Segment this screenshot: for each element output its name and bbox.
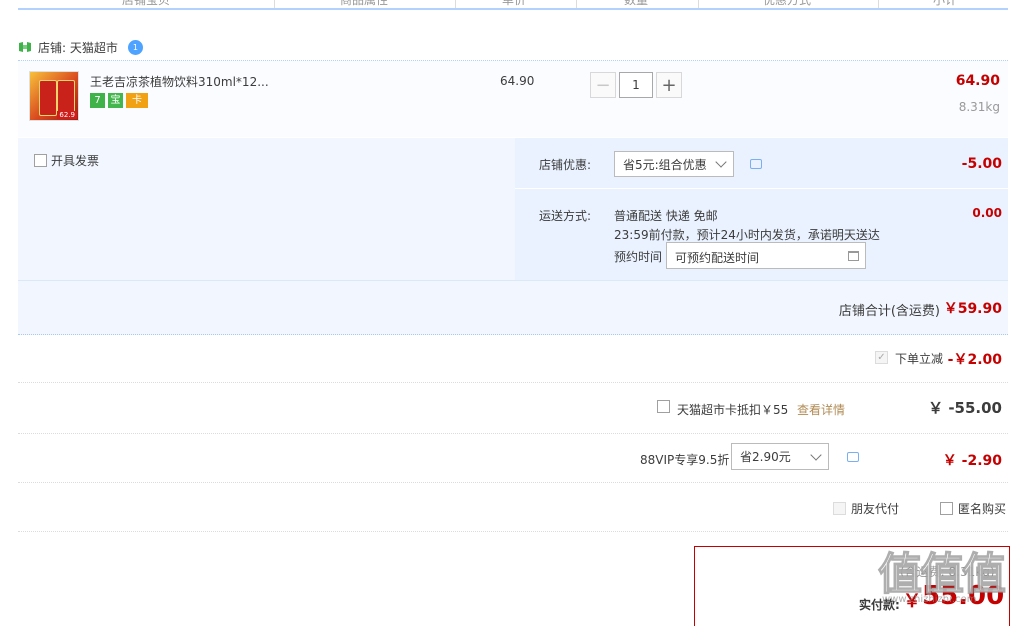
- col-shop-item: 店铺宝贝: [122, 0, 171, 7]
- product-thumbnail[interactable]: 62.9: [29, 71, 79, 121]
- schedule-label: 预约时间: [614, 250, 663, 264]
- anonymous-checkbox[interactable]: [940, 502, 953, 515]
- schedule-time-input[interactable]: 可预约配送时间: [666, 242, 866, 269]
- thumbnail-price-tag: 62.9: [57, 111, 77, 119]
- watermark-domain: www.zhizhizhi.com: [882, 594, 977, 605]
- shipping-method: 普通配送 快递 免邮: [614, 209, 718, 223]
- quantity-stepper: − 1 +: [590, 72, 682, 98]
- vip-discount-value: 省2.90元: [740, 450, 791, 464]
- friend-pay-checkbox[interactable]: [833, 502, 846, 515]
- chat-bubble-icon[interactable]: [847, 452, 859, 462]
- shop-discount-label: 店铺优惠:: [539, 158, 592, 172]
- item-subtotal: 64.90: [955, 73, 1000, 89]
- vip-discount-row: 88VIP专享9.5折 省2.90元 ￥ -2.90: [18, 434, 1008, 483]
- shipping-label: 运送方式:: [539, 209, 592, 223]
- anonymous-label: 匿名购买: [958, 502, 1007, 516]
- service-tags: 7 宝 卡: [90, 93, 148, 108]
- watermark-logo: 值值值 www.zhizhizhi.com: [877, 538, 1028, 618]
- quantity-input[interactable]: 1: [619, 72, 653, 98]
- tmall-card-checkbox[interactable]: [657, 400, 670, 413]
- order-item-row: 62.9 王老吉凉茶植物饮料310ml*12... 7 宝 卡 64.90 − …: [18, 60, 1008, 137]
- tmall-shop-icon: [19, 42, 31, 52]
- chat-bubble-icon[interactable]: [750, 159, 762, 169]
- instant-discount-amount: -￥2.00: [947, 352, 1002, 368]
- invoice-label: 开具发票: [51, 154, 100, 168]
- shop-total-row: 店铺合计(含运费) ￥59.90: [18, 280, 1008, 334]
- shop-discount-amount: -5.00: [961, 156, 1002, 172]
- col-quantity: 数量: [624, 0, 649, 7]
- credit-card-icon[interactable]: 卡: [126, 93, 148, 108]
- invoice-checkbox[interactable]: [34, 154, 47, 167]
- tmall-card-label: 天猫超市卡抵扣￥55: [677, 403, 789, 417]
- seven-day-return-icon[interactable]: 7: [90, 93, 105, 108]
- unit-price: 64.90: [500, 74, 535, 88]
- shop-name[interactable]: 店铺: 天猫超市: [38, 39, 118, 56]
- anonymous-option[interactable]: 匿名购买: [940, 500, 1006, 517]
- shop-row: 店铺: 天猫超市 1: [18, 36, 143, 58]
- col-attributes: 商品属性: [340, 0, 389, 7]
- shipping-note: 23:59前付款，预计24小时内发货，承诺明天送达: [614, 228, 880, 242]
- wangwang-chat-icon[interactable]: 1: [127, 39, 143, 55]
- instant-discount-label: 下单立减: [895, 352, 944, 366]
- instant-discount-row: ✓ 下单立减 -￥2.00: [18, 334, 1008, 383]
- shipping-amount: 0.00: [972, 206, 1002, 220]
- tmall-card-row: 天猫超市卡抵扣￥55 查看详情 ￥ -55.00: [18, 383, 1008, 434]
- chevron-down-icon: [715, 156, 727, 168]
- tmall-card-details-link[interactable]: 查看详情: [797, 401, 845, 418]
- shop-options-panel: 开具发票 店铺优惠: 省5元:组合优惠 -5.00 运送方式: 普通配送 快递 …: [18, 138, 1008, 335]
- invoice-option[interactable]: 开具发票: [34, 152, 99, 169]
- shop-discount-select[interactable]: 省5元:组合优惠: [614, 151, 734, 177]
- vip-discount-select[interactable]: 省2.90元: [731, 443, 829, 470]
- product-title-link[interactable]: 王老吉凉茶植物饮料310ml*12...: [90, 73, 269, 90]
- watermark-text: 值值值: [877, 548, 1006, 600]
- guarantee-icon[interactable]: 宝: [108, 93, 123, 108]
- payment-options-row: 朋友代付 匿名购买: [18, 483, 1008, 532]
- schedule-placeholder: 可预约配送时间: [675, 251, 760, 265]
- shop-total-label: 店铺合计(含运费): [838, 304, 940, 319]
- shop-total-amount: ￥59.90: [943, 301, 1002, 317]
- item-weight: 8.31kg: [958, 100, 1000, 114]
- col-subtotal: 小计: [933, 0, 958, 7]
- instant-discount-checkbox: ✓: [875, 351, 888, 364]
- col-unit-price: 单价: [502, 0, 527, 7]
- quantity-increase-button[interactable]: +: [656, 72, 682, 98]
- friend-pay-label: 朋友代付: [851, 502, 900, 516]
- col-discount: 优惠方式: [763, 0, 812, 7]
- shop-discount-shipping-area: 店铺优惠: 省5元:组合优惠 -5.00 运送方式: 普通配送 快递 免邮 23…: [515, 138, 1008, 280]
- invoice-area: 开具发票: [18, 138, 514, 280]
- calendar-icon[interactable]: [848, 251, 859, 261]
- friend-pay-option[interactable]: 朋友代付: [833, 500, 899, 517]
- quantity-decrease-button[interactable]: −: [590, 72, 616, 98]
- vip-discount-amount: ￥ -2.90: [942, 453, 1002, 469]
- shop-discount-value: 省5元:组合优惠: [623, 157, 707, 172]
- tmall-card-amount: ￥ -55.00: [928, 399, 1002, 417]
- product-can-image: [39, 80, 57, 116]
- vip-label: 88VIP专享9.5折: [640, 453, 730, 467]
- chevron-down-icon: [810, 448, 822, 461]
- table-header: 店铺宝贝 商品属性 单价 数量 优惠方式 小计: [18, 0, 1008, 10]
